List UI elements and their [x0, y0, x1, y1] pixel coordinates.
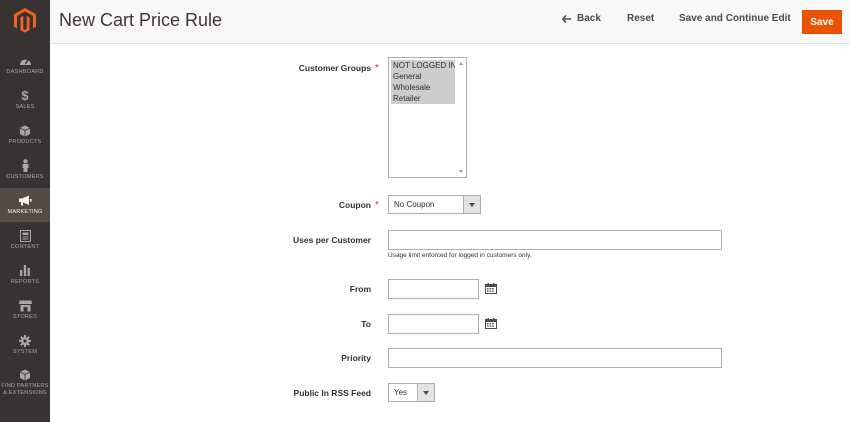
- sidebar-item-label: CUSTOMERS: [6, 173, 44, 180]
- rss-feed-select[interactable]: Yes: [388, 383, 435, 402]
- sidebar-item-stores[interactable]: STORES: [0, 293, 50, 327]
- save-button[interactable]: Save: [802, 10, 842, 34]
- coupon-select[interactable]: No Coupon: [388, 195, 481, 214]
- scroll-down-icon[interactable]: [459, 170, 463, 173]
- sidebar-item-system[interactable]: SYSTEM: [0, 328, 50, 362]
- gear-icon: [18, 334, 32, 347]
- uses-per-customer-input[interactable]: [388, 230, 722, 250]
- back-button[interactable]: Back: [562, 13, 601, 24]
- arrow-left-icon: [562, 14, 571, 23]
- scroll-up-icon[interactable]: [459, 62, 463, 65]
- calendar-icon[interactable]: [485, 318, 497, 329]
- sidebar-item-label: STORES: [12, 313, 38, 320]
- megaphone-icon: [18, 195, 32, 207]
- sidebar-item-label: CONTENT: [10, 243, 40, 250]
- customer-group-option[interactable]: NOT LOGGED IN: [391, 60, 455, 71]
- page-title: New Cart Price Rule: [59, 10, 223, 30]
- sidebar-item-sales[interactable]: $ SALES: [0, 83, 50, 117]
- priority-input[interactable]: [388, 348, 722, 368]
- sidebar-item-dashboard[interactable]: DASHBOARD: [0, 48, 50, 82]
- uses-per-customer-note: Usage limit enforced for logged in custo…: [388, 252, 532, 259]
- multiselect-scrollbar[interactable]: [455, 58, 466, 177]
- sidebar-item-label: SYSTEM: [12, 348, 38, 355]
- customer-group-option[interactable]: Wholesale: [391, 82, 455, 93]
- required-marker: *: [375, 63, 379, 74]
- coupon-select-value: No Coupon: [394, 200, 435, 209]
- sidebar-item-content[interactable]: CONTENT: [0, 223, 50, 257]
- chevron-down-icon: [463, 196, 480, 213]
- sidebar-item-label: DASHBOARD: [6, 68, 44, 75]
- sidebar-item-marketing[interactable]: MARKETING: [0, 188, 50, 222]
- sidebar-item-reports[interactable]: REPORTS: [0, 258, 50, 292]
- magento-logo-icon: [14, 7, 36, 33]
- sidebar-item-customers[interactable]: CUSTOMERS: [0, 153, 50, 187]
- customer-group-option[interactable]: General: [391, 71, 455, 82]
- store-icon: [18, 300, 32, 312]
- to-date-input[interactable]: [388, 314, 479, 334]
- back-button-label: Back: [577, 13, 601, 24]
- magento-logo[interactable]: [0, 0, 50, 40]
- uses-per-customer-label: Uses per Customer: [293, 235, 371, 245]
- from-date-label: From: [349, 284, 371, 294]
- content-icon: [18, 229, 32, 242]
- box-icon: [18, 369, 32, 381]
- sidebar-item-products[interactable]: PRODUCTS: [0, 118, 50, 152]
- sidebar-item-label: REPORTS: [10, 278, 40, 285]
- sidebar-item-find-partners[interactable]: FIND PARTNERS & EXTENSIONS: [0, 363, 50, 403]
- sidebar-item-label: FIND PARTNERS & EXTENSIONS: [1, 383, 49, 396]
- cube-icon: [18, 125, 32, 137]
- customer-group-option[interactable]: Retailer: [391, 93, 455, 104]
- reset-button[interactable]: Reset: [627, 13, 654, 24]
- bar-chart-icon: [18, 265, 32, 277]
- customer-groups-multiselect[interactable]: NOT LOGGED IN General Wholesale Retailer: [388, 57, 467, 178]
- sidebar-item-label: SALES: [15, 103, 35, 110]
- page-header: New Cart Price Rule Back Reset Save and …: [50, 0, 850, 44]
- dashboard-icon: [18, 55, 32, 67]
- person-icon: [18, 159, 32, 172]
- rss-feed-select-value: Yes: [394, 388, 408, 397]
- rss-feed-label: Public In RSS Feed: [293, 388, 371, 398]
- chevron-down-icon: [417, 384, 434, 401]
- customer-groups-label: Customer Groups: [298, 63, 371, 73]
- from-date-input[interactable]: [388, 279, 479, 299]
- coupon-label: Coupon: [338, 200, 371, 210]
- priority-label: Priority: [341, 353, 371, 363]
- sidebar-item-label: PRODUCTS: [8, 138, 42, 145]
- calendar-icon[interactable]: [485, 283, 497, 294]
- to-date-label: To: [361, 319, 371, 329]
- required-marker: *: [375, 200, 379, 211]
- sidebar-item-label: MARKETING: [7, 208, 43, 215]
- dollar-icon: $: [21, 88, 29, 103]
- admin-sidebar: DASHBOARD $ SALES PRODUCTS CUSTOMERS MAR…: [0, 0, 50, 422]
- save-and-continue-button[interactable]: Save and Continue Edit: [679, 13, 791, 24]
